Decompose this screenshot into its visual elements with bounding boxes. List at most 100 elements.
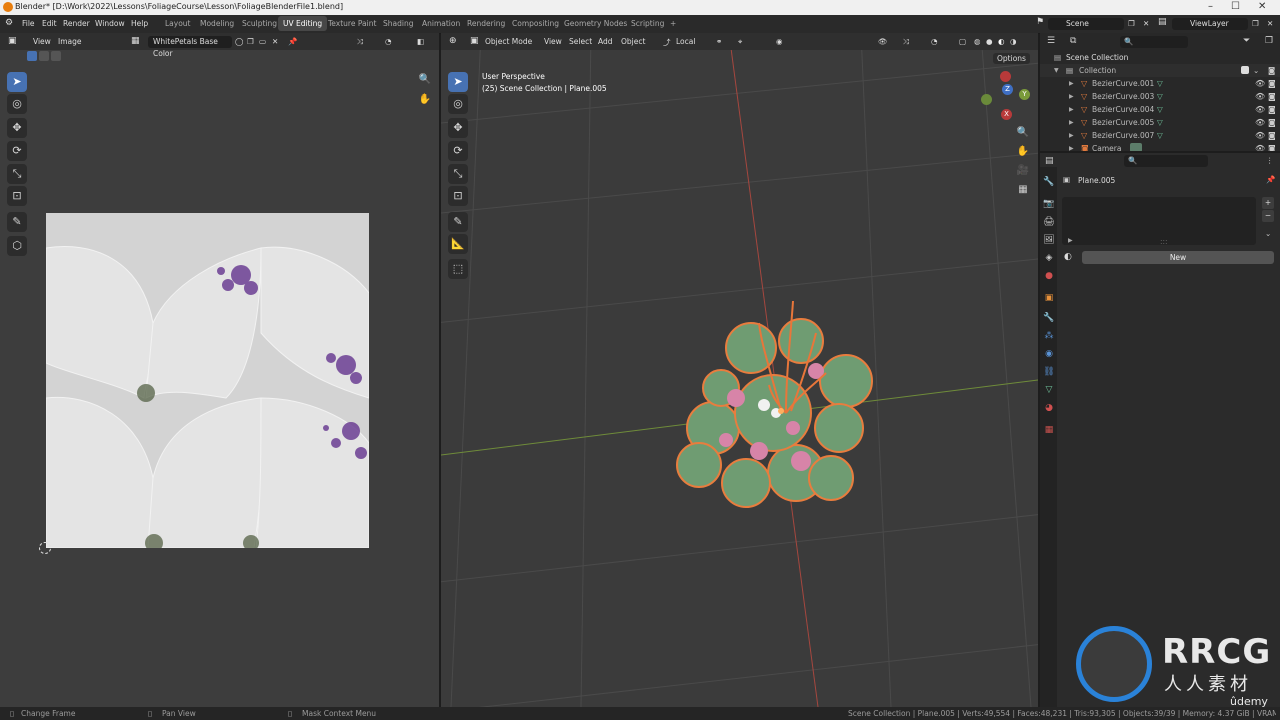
tab-geometry-nodes[interactable]: Geometry Nodes (559, 16, 632, 31)
outliner-item[interactable]: ▶ ▽ BezierCurve.001 ▽ 👁 ◙ (1040, 77, 1280, 90)
camera-view-icon[interactable]: 🎥 (1014, 162, 1032, 180)
measure-tool-icon[interactable]: 📐 (448, 234, 468, 254)
options-dropdown[interactable]: Options (993, 53, 1030, 64)
visibility-eye-icon[interactable]: 👁 (1255, 103, 1265, 116)
select-tool-icon[interactable]: ➤ (7, 72, 27, 92)
vp-menu-add[interactable]: Add (598, 37, 613, 46)
select-mode-extend-icon[interactable] (39, 51, 49, 61)
tab-animation[interactable]: Animation (417, 16, 465, 31)
outliner-search-input[interactable]: 🔍 (1120, 36, 1188, 48)
delete-scene-icon[interactable]: ✕ (1143, 19, 1149, 28)
gizmo-y-axis[interactable]: Y (1019, 89, 1030, 100)
shading-rendered-icon[interactable]: ◑ (1010, 37, 1017, 46)
gizmo-neg-x[interactable] (1000, 71, 1011, 82)
open-image-icon[interactable]: ▭ (259, 37, 266, 46)
close-icon[interactable]: ✕ (1258, 1, 1266, 12)
slot-specials-icon[interactable]: ⌄ (1265, 229, 1271, 238)
add-slot-button[interactable]: + (1262, 197, 1274, 209)
editor-type-icon[interactable]: ⊕ (449, 36, 457, 46)
pin-icon[interactable]: 📌 (1266, 175, 1275, 184)
list-resize-handle[interactable]: ::: (1160, 237, 1168, 246)
gizmo-x-axis[interactable]: X (1001, 109, 1012, 120)
visibility-eye-icon[interactable]: 👁 (1255, 129, 1265, 142)
overlay-toggle-icon[interactable]: ◔ (931, 37, 938, 46)
shading-material-icon[interactable]: ◐ (998, 37, 1005, 46)
add-cube-tool-icon[interactable]: ⬚ (448, 259, 468, 279)
object-mode-dropdown[interactable]: Object Mode (485, 37, 532, 46)
rotate-tool-icon[interactable]: ⟳ (7, 141, 27, 161)
tool-tab-icon[interactable]: 🔧 (1043, 176, 1055, 188)
expand-icon[interactable]: ▼ (1054, 64, 1059, 77)
zoom-view-icon[interactable]: 🔍 (1014, 124, 1032, 142)
visibility-eye-icon[interactable]: 👁 (1255, 90, 1265, 103)
options-icon[interactable]: ⋮ (1266, 156, 1274, 165)
outliner-item[interactable]: ▶ ▽ BezierCurve.005 ▽ 👁 ◙ (1040, 116, 1280, 129)
render-camera-icon[interactable]: ◙ (1268, 142, 1276, 151)
tab-modeling[interactable]: Modeling (195, 16, 239, 31)
render-camera-icon[interactable]: ◙ (1268, 103, 1276, 116)
copy-view-layer-icon[interactable]: ❐ (1252, 19, 1259, 28)
properties-editor-icon[interactable]: ▤ (1045, 156, 1054, 166)
visibility-icon[interactable]: 👁 (878, 37, 888, 46)
display-channels-icon[interactable]: ◧ (417, 37, 424, 46)
outliner-item[interactable]: ▶ ▽ BezierCurve.004 ▽ 👁 ◙ (1040, 103, 1280, 116)
render-camera-icon[interactable]: ◙ (1268, 77, 1276, 90)
copy-scene-icon[interactable]: ❐ (1128, 19, 1135, 28)
3d-viewport[interactable]: ⊕ ▣ Object Mode View Select Add Object ⤴… (441, 33, 1038, 707)
outliner-item[interactable]: ▶ ▽ BezierCurve.007 ▽ 👁 ◙ (1040, 129, 1280, 142)
annotate-tool-icon[interactable]: ✎ (448, 212, 468, 232)
new-image-icon[interactable]: ❐ (247, 37, 254, 46)
output-tab-icon[interactable]: 🖨 (1043, 216, 1055, 228)
vp-menu-select[interactable]: Select (569, 37, 592, 46)
new-material-button[interactable]: New (1082, 251, 1274, 264)
zoom-view-icon[interactable]: 🔍 (416, 71, 434, 89)
navigation-gizmo[interactable]: Z Y X (981, 71, 1031, 121)
fake-user-icon[interactable]: ◯ (235, 37, 243, 46)
move-tool-icon[interactable]: ✥ (448, 118, 468, 138)
shading-wireframe-icon[interactable]: ◍ (974, 37, 981, 46)
shading-solid-icon[interactable]: ● (986, 37, 993, 46)
outliner-editor-icon[interactable]: ☰ (1047, 36, 1055, 46)
outliner-scene-collection[interactable]: ▤ Scene Collection (1040, 51, 1280, 64)
scale-tool-icon[interactable]: ⤡ (7, 164, 27, 184)
expand-icon[interactable]: ▶ (1069, 90, 1074, 103)
image-name-field[interactable]: WhitePetals Base Color (148, 36, 232, 58)
texture-tab-icon[interactable]: ▦ (1043, 424, 1055, 436)
rip-tool-icon[interactable]: ⬡ (7, 236, 27, 256)
material-slot-list[interactable] (1062, 197, 1256, 245)
tab-rendering[interactable]: Rendering (462, 16, 510, 31)
outliner-collection[interactable]: ▼ ▤ Collection ⌄ ◙ (1040, 64, 1280, 77)
object-tab-icon[interactable]: ▣ (1043, 292, 1055, 304)
expand-icon[interactable]: ▶ (1068, 237, 1073, 244)
properties-search-input[interactable]: 🔍 (1124, 155, 1208, 167)
world-tab-icon[interactable]: ● (1043, 270, 1055, 282)
tab-shading[interactable]: Shading (378, 16, 418, 31)
particles-tab-icon[interactable]: ⁂ (1043, 330, 1055, 342)
unlink-image-icon[interactable]: ✕ (272, 37, 278, 46)
minimize-icon[interactable]: – (1208, 1, 1213, 12)
material-browse-icon[interactable]: ◐ (1064, 252, 1072, 262)
tab-scripting[interactable]: Scripting (626, 16, 669, 31)
view-layer-tab-icon[interactable]: 🖼 (1043, 234, 1055, 246)
new-collection-icon[interactable]: ❐ (1265, 36, 1273, 46)
visibility-eye-icon[interactable]: 👁 (1255, 77, 1265, 90)
uv-editor[interactable]: ▣ View Image ▦ WhitePetals Base Color ◯ … (0, 33, 439, 707)
move-tool-icon[interactable]: ✥ (7, 118, 27, 138)
tab-texture-paint[interactable]: Texture Paint (323, 16, 381, 31)
constraints-tab-icon[interactable]: ⛓ (1043, 366, 1055, 378)
cursor-tool-icon[interactable]: ◎ (448, 94, 468, 114)
menu-edit[interactable]: Edit (42, 19, 57, 28)
proportional-edit-icon[interactable]: ◉ (776, 37, 783, 46)
transform-orientation-dropdown[interactable]: Local (676, 37, 695, 46)
properties-editor[interactable]: ▤ 🔍 ⋮ 🔧 📷 🖨 🖼 ◈ ● ▣ 🔧 ⁂ ◉ ⛓ ▽ ◕ ▦ ▣ Plan… (1040, 153, 1280, 707)
material-tab-icon[interactable]: ◕ (1043, 402, 1055, 414)
pivot-point-icon[interactable]: ⚭ (716, 37, 722, 46)
gizmo-toggle-icon[interactable]: ⤨ (357, 37, 363, 47)
transform-tool-icon[interactable]: ⊡ (448, 186, 468, 206)
annotate-tool-icon[interactable]: ✎ (7, 212, 27, 232)
view-layer-field[interactable]: ViewLayer (1172, 18, 1248, 30)
perspective-toggle-icon[interactable]: ▦ (1014, 181, 1032, 199)
render-camera-icon[interactable]: ◙ (1268, 129, 1276, 142)
pin-icon[interactable]: 📌 (288, 37, 297, 46)
blender-menu-icon[interactable]: ⚙ (5, 18, 13, 28)
